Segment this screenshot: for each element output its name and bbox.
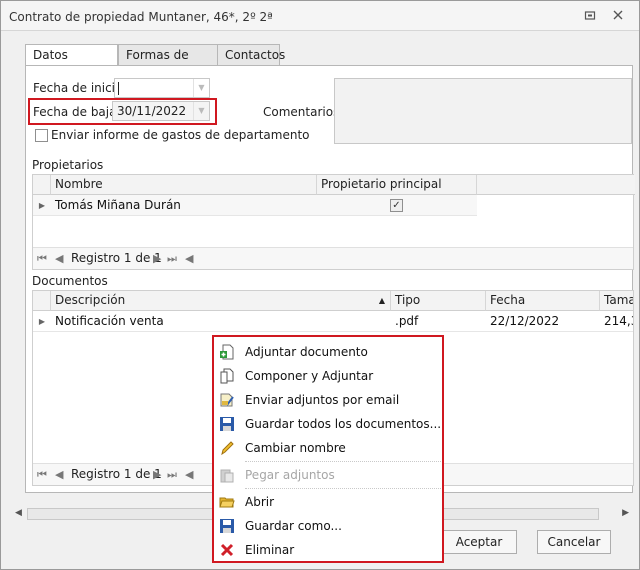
propietario-nombre-cell: Tomás Miñana Durán <box>55 198 181 212</box>
first-record-icon[interactable]: ⏮ <box>37 468 47 482</box>
delete-icon <box>219 542 235 558</box>
documentos-section-label: Documentos <box>32 274 108 288</box>
record-counter: Registro 1 de 1 <box>71 251 162 265</box>
tab-formas-de-cobro[interactable]: Formas de cobro <box>118 44 218 82</box>
documento-descripcion-cell: Notificación venta <box>55 314 164 328</box>
column-header-propietario-principal[interactable]: Propietario principal <box>317 175 477 195</box>
menu-item-abrir[interactable]: Abrir <box>214 490 442 514</box>
email-attachments-icon <box>219 392 235 408</box>
propietarios-navigator: ⏮ ◀ Registro 1 de 1 ▶ ⏭ ◀ <box>33 247 633 269</box>
scroll-right-icon[interactable]: ▶ <box>622 508 629 518</box>
title-bar: Contrato de propiedad Muntaner, 46*, 2º … <box>1 1 639 31</box>
propietarios-grid: Nombre Propietario principal ▶ Tomás Miñ… <box>32 174 635 270</box>
row-pointer-icon: ▶ <box>38 317 46 326</box>
close-icon[interactable] <box>611 9 625 23</box>
record-counter: Registro 1 de 1 <box>71 467 162 481</box>
column-header-tamano[interactable]: Tamañ <box>600 291 633 311</box>
scroll-record-icon[interactable]: ◀ <box>185 252 193 265</box>
menu-item-enviar-adjuntos[interactable]: Enviar adjuntos por email <box>214 388 442 412</box>
row-indicator-header <box>33 291 51 311</box>
sort-ascending-icon: ▲ <box>378 296 385 305</box>
column-header-descripcion[interactable]: Descripción ▲ <box>51 291 391 311</box>
folder-open-icon <box>219 494 235 510</box>
comentarios-textarea[interactable] <box>334 78 632 144</box>
table-row[interactable]: ▶ Tomás Miñana Durán ✓ <box>33 195 477 216</box>
paste-icon <box>219 467 235 483</box>
next-record-icon[interactable]: ▶ <box>153 252 161 265</box>
row-pointer-icon: ▶ <box>38 201 46 210</box>
pencil-icon <box>219 440 235 456</box>
last-record-icon[interactable]: ⏭ <box>167 468 177 482</box>
row-indicator-header <box>33 175 51 195</box>
menu-item-guardar-todos[interactable]: Guardar todos los documentos... <box>214 412 442 436</box>
cancelar-button[interactable]: Cancelar <box>537 530 611 554</box>
menu-item-label: Adjuntar documento <box>245 345 368 359</box>
chevron-down-icon[interactable]: ▼ <box>193 102 209 120</box>
menu-separator <box>245 461 441 462</box>
menu-item-eliminar[interactable]: Eliminar <box>214 538 442 562</box>
menu-item-adjuntar-documento[interactable]: Adjuntar documento <box>214 340 442 364</box>
propietarios-section-label: Propietarios <box>32 158 104 172</box>
prev-record-icon[interactable]: ◀ <box>55 252 63 265</box>
documento-tipo-cell: .pdf <box>395 314 419 328</box>
column-header-fecha[interactable]: Fecha <box>486 291 600 311</box>
window-title: Contrato de propiedad Muntaner, 46*, 2º … <box>9 10 273 24</box>
attach-document-icon <box>219 344 235 360</box>
column-header-tipo[interactable]: Tipo <box>391 291 486 311</box>
last-record-icon[interactable]: ⏭ <box>167 252 177 266</box>
context-menu: Adjuntar documento Componer y Adjuntar E… <box>212 335 444 563</box>
documento-fecha-cell: 22/12/2022 <box>490 314 560 328</box>
scroll-record-icon[interactable]: ◀ <box>185 468 193 481</box>
menu-item-label: Guardar todos los documentos... <box>245 417 442 431</box>
menu-item-label: Eliminar <box>245 543 295 557</box>
menu-item-label: Enviar adjuntos por email <box>245 393 400 407</box>
save-all-icon <box>219 416 235 432</box>
restore-icon[interactable] <box>583 9 597 23</box>
text-cursor <box>118 82 119 95</box>
documento-tamano-cell: 214,39 <box>604 314 633 328</box>
tab-datos-generales[interactable]: Datos generales <box>25 44 118 82</box>
table-row[interactable]: ▶ Notificación venta .pdf 22/12/2022 214… <box>33 311 633 332</box>
menu-item-componer-adjuntar[interactable]: Componer y Adjuntar <box>214 364 442 388</box>
fecha-baja-field[interactable]: 30/11/2022 ▼ <box>112 101 210 121</box>
menu-item-label: Pegar adjuntos <box>245 468 335 482</box>
compose-document-icon <box>219 368 235 384</box>
scroll-left-icon[interactable]: ◀ <box>15 508 22 518</box>
next-record-icon[interactable]: ▶ <box>153 468 161 481</box>
dialog-window: Contrato de propiedad Muntaner, 46*, 2º … <box>0 0 640 570</box>
propietario-principal-checkbox[interactable]: ✓ <box>390 199 403 212</box>
tab-contactos[interactable]: Contactos <box>217 44 285 66</box>
prev-record-icon[interactable]: ◀ <box>55 468 63 481</box>
menu-separator <box>245 488 441 489</box>
menu-item-label: Cambiar nombre <box>245 441 346 455</box>
menu-item-cambiar-nombre[interactable]: Cambiar nombre <box>214 436 442 460</box>
fecha-inicio-label: Fecha de inicio: <box>33 81 127 95</box>
fecha-baja-value: 30/11/2022 <box>117 104 187 118</box>
chevron-down-icon[interactable]: ▼ <box>193 79 209 97</box>
menu-item-label: Abrir <box>245 495 275 509</box>
menu-item-guardar-como[interactable]: Guardar como... <box>214 514 442 538</box>
enviar-informe-label: Enviar informe de gastos de departamento <box>51 128 310 142</box>
column-header-empty <box>477 175 635 195</box>
enviar-informe-checkbox[interactable] <box>35 129 48 142</box>
menu-item-label: Guardar como... <box>245 519 342 533</box>
menu-item-pegar-adjuntos[interactable]: Pegar adjuntos <box>214 463 442 487</box>
menu-item-label: Componer y Adjuntar <box>245 369 374 383</box>
fecha-baja-label: Fecha de baja: <box>33 105 121 119</box>
column-header-descripcion-label: Descripción <box>55 293 126 307</box>
first-record-icon[interactable]: ⏮ <box>37 252 47 266</box>
column-header-nombre[interactable]: Nombre <box>51 175 317 195</box>
aceptar-button[interactable]: Aceptar <box>441 530 517 554</box>
fecha-inicio-field[interactable]: ▼ <box>114 78 210 98</box>
comentarios-label: Comentarios: <box>263 105 344 119</box>
floppy-disk-icon <box>219 518 235 534</box>
